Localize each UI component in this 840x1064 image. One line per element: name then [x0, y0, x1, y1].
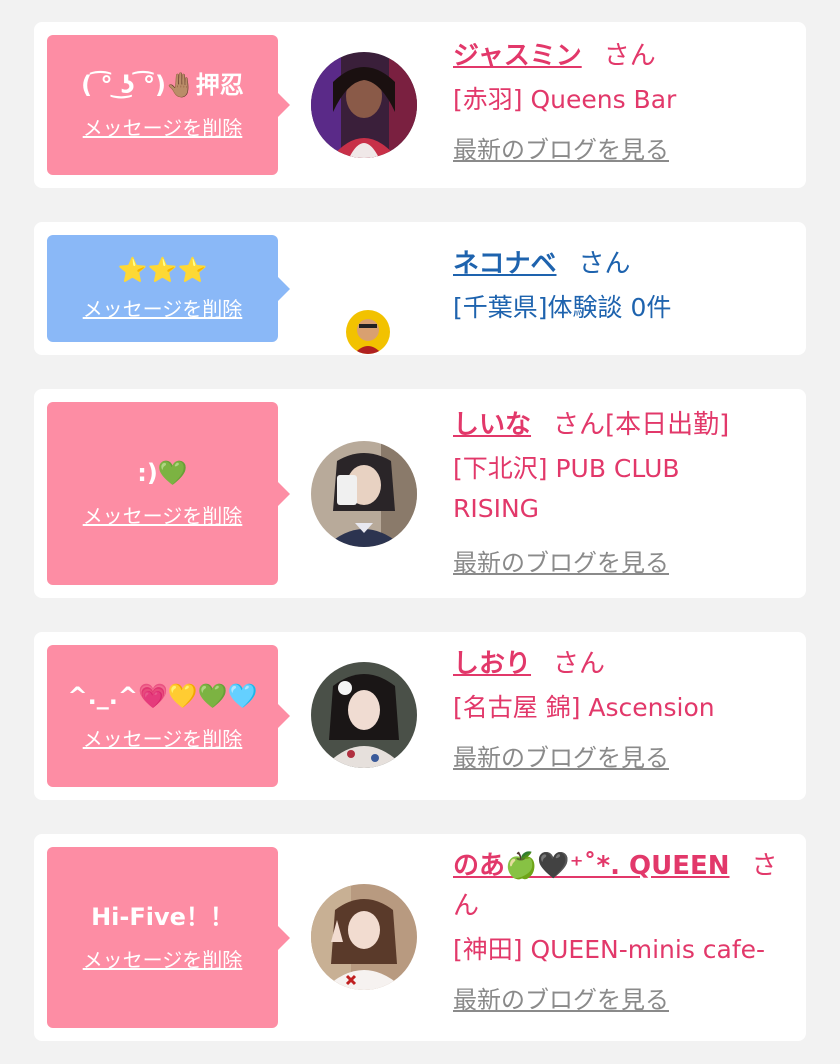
shop-detail: [名古屋 錦] Ascension [453, 693, 715, 722]
delete-message-link[interactable]: メッセージを削除 [83, 723, 243, 752]
avatar[interactable] [311, 52, 417, 158]
message-card: :)💚 メッセージを削除 しいな さん[本日出勤] [下北沢] PUB CLUB … [34, 389, 806, 598]
delete-message-link[interactable]: メッセージを削除 [83, 112, 243, 141]
profile-name-link[interactable]: ネコナベ [453, 249, 556, 279]
message-card: ( ͡° ͜ʖ ͡°)🤚🏽押忍 メッセージを削除 ジャスミン さん [赤羽] Qu… [34, 22, 806, 188]
message-text: ( ͡° ͜ʖ ͡°)🤚🏽押忍 [81, 70, 244, 99]
message-text: Hi-Five！！ [91, 903, 234, 931]
shop-detail: [神田] QUEEN-minis cafe- [453, 935, 766, 964]
latest-blog-link[interactable]: 最新のブログを見る [453, 980, 669, 1015]
avatar[interactable] [311, 441, 417, 547]
avatar[interactable] [311, 662, 417, 768]
message-bubble: Hi-Five！！ メッセージを削除 [47, 847, 290, 1028]
message-bubble: ^._.^💗💛💚🩵 メッセージを削除 [47, 645, 290, 787]
avatar[interactable] [311, 884, 417, 990]
profile-name-link[interactable]: しいな [453, 410, 531, 440]
profile-info: しおり さん [名古屋 錦] Ascension 最新のブログを見る [453, 644, 788, 773]
status-label: [本日出勤] [605, 410, 730, 440]
avatar-photo-icon [311, 441, 417, 547]
profile-info: のあ🍏🖤⁺˚*. QUEEN さん [神田] QUEEN-minis cafe- … [453, 846, 788, 1015]
honorific: さん [603, 41, 656, 71]
profile-info: ジャスミン さん [赤羽] Queens Bar 最新のブログを見る [453, 36, 788, 165]
profile-name-link[interactable]: ジャスミン [453, 41, 582, 71]
honorific: さん [553, 649, 606, 679]
message-text: ^._.^💗💛💚🩵 [67, 681, 258, 710]
message-bubble: :)💚 メッセージを削除 [47, 402, 290, 585]
honorific: さん [578, 249, 631, 279]
message-text: :)💚 [137, 459, 188, 487]
profile-name-link[interactable]: しおり [453, 649, 531, 679]
latest-blog-link[interactable]: 最新のブログを見る [453, 738, 669, 773]
message-card: ⭐⭐⭐ メッセージを削除 ネコナベ さん [千葉県]体験談 0件 [34, 222, 806, 355]
message-card: ^._.^💗💛💚🩵 メッセージを削除 しおり さん [名古屋 錦] Ascensi… [34, 632, 806, 800]
profile-info: ネコナベ さん [千葉県]体験談 0件 [453, 244, 788, 328]
avatar-photo-icon [346, 310, 390, 354]
latest-blog-link[interactable]: 最新のブログを見る [453, 130, 669, 165]
delete-message-link[interactable]: メッセージを削除 [83, 500, 243, 529]
message-text: ⭐⭐⭐ [117, 256, 208, 284]
profile-info: しいな さん[本日出勤] [下北沢] PUB CLUB RISING 最新のブログ… [453, 405, 788, 578]
avatar-photo-icon [311, 52, 417, 158]
avatar-photo-icon [311, 884, 417, 990]
avatar[interactable] [346, 310, 390, 354]
shop-detail: [下北沢] PUB CLUB RISING [453, 454, 680, 523]
avatar-photo-icon [311, 662, 417, 768]
latest-blog-link[interactable]: 最新のブログを見る [453, 543, 669, 578]
honorific: さん [553, 410, 606, 440]
experience-detail: [千葉県]体験談 0件 [453, 293, 672, 322]
delete-message-link[interactable]: メッセージを削除 [83, 944, 243, 973]
message-bubble: ⭐⭐⭐ メッセージを削除 [47, 235, 290, 342]
profile-name-link[interactable]: のあ🍏🖤⁺˚*. QUEEN [453, 851, 730, 881]
message-bubble: ( ͡° ͜ʖ ͡°)🤚🏽押忍 メッセージを削除 [47, 35, 290, 175]
delete-message-link[interactable]: メッセージを削除 [83, 293, 243, 322]
message-card: Hi-Five！！ メッセージを削除 のあ🍏🖤⁺˚*. QUEEN さん [神田]… [34, 834, 806, 1041]
shop-detail: [赤羽] Queens Bar [453, 85, 677, 114]
